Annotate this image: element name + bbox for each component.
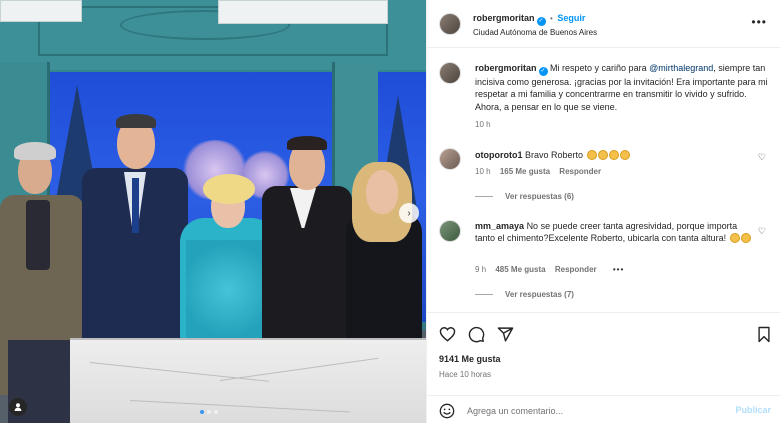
post-header: robergmoritan ✓ • Seguir Ciudad Autónoma … bbox=[427, 0, 780, 48]
header-separator: • bbox=[550, 14, 553, 23]
comment-reply-button[interactable]: Responder bbox=[555, 265, 597, 274]
view-replies-label: Ver respuestas (6) bbox=[505, 192, 574, 201]
comment-username[interactable]: mm_amaya bbox=[475, 221, 524, 231]
comment-username[interactable]: otoporoto1 bbox=[475, 150, 523, 160]
avatar[interactable] bbox=[439, 148, 461, 170]
comment: otoporoto1 Bravo Roberto bbox=[475, 149, 755, 161]
header-username[interactable]: robergmoritan bbox=[473, 13, 535, 23]
verified-badge-icon: ✓ bbox=[536, 17, 546, 26]
follow-button[interactable]: Seguir bbox=[557, 13, 585, 23]
carousel-dot bbox=[200, 410, 204, 414]
caption-mention[interactable]: @mirthalegrand bbox=[649, 63, 713, 73]
avatar[interactable] bbox=[439, 13, 461, 35]
post-caption: robergmoritan ✓ Mi respeto y cariño para … bbox=[475, 62, 769, 132]
photo-table bbox=[70, 338, 426, 423]
photo-lamp bbox=[218, 0, 388, 24]
comment-reply-button[interactable]: Responder bbox=[559, 167, 601, 176]
more-options-icon[interactable]: ••• bbox=[751, 15, 767, 29]
clap-emoji-icon bbox=[729, 233, 751, 244]
comment-input[interactable] bbox=[467, 403, 717, 419]
emoji-icon[interactable] bbox=[439, 403, 455, 419]
post-actions: 9141 Me gusta Hace 10 horas Publicar bbox=[427, 312, 780, 419]
post-photo[interactable]: › bbox=[0, 0, 426, 423]
post-time: Hace 10 horas bbox=[439, 370, 492, 379]
heart-icon[interactable] bbox=[438, 325, 456, 343]
comment-icon[interactable] bbox=[467, 325, 485, 343]
avatar[interactable] bbox=[439, 62, 461, 84]
add-comment-bar: Publicar bbox=[427, 395, 780, 423]
caption-text-before: Mi respeto y cariño para bbox=[550, 63, 650, 73]
like-count[interactable]: 9141 Me gusta bbox=[439, 354, 501, 364]
avatar[interactable] bbox=[439, 220, 461, 242]
publish-button[interactable]: Publicar bbox=[735, 405, 771, 415]
view-replies-button[interactable]: Ver respuestas (7) bbox=[475, 290, 574, 299]
view-replies-button[interactable]: Ver respuestas (6) bbox=[475, 192, 574, 201]
post-location[interactable]: Ciudad Autónoma de Buenos Aires bbox=[473, 28, 597, 37]
comment-likes[interactable]: 165 Me gusta bbox=[500, 167, 550, 176]
share-icon[interactable] bbox=[496, 325, 514, 343]
carousel-dot bbox=[214, 410, 218, 414]
comment-meta: 10 h 165 Me gusta Responder bbox=[475, 167, 601, 176]
user-tag-button[interactable] bbox=[9, 398, 27, 416]
chevron-right-icon: › bbox=[407, 207, 411, 219]
comment-options-icon[interactable]: ••• bbox=[613, 265, 624, 274]
carousel-dots bbox=[200, 410, 218, 414]
comment-like-icon[interactable]: ♡ bbox=[758, 152, 766, 163]
comment-like-icon[interactable]: ♡ bbox=[758, 226, 766, 237]
carousel-dot bbox=[207, 410, 211, 414]
photo-lamp bbox=[0, 0, 82, 22]
replies-divider bbox=[475, 196, 493, 197]
comment-likes[interactable]: 485 Me gusta bbox=[495, 265, 545, 274]
header-userline: robergmoritan ✓ • Seguir bbox=[473, 13, 585, 26]
caption-time: 10 h bbox=[475, 120, 491, 130]
bookmark-icon[interactable] bbox=[755, 325, 773, 343]
comment-time: 9 h bbox=[475, 265, 487, 274]
verified-badge-icon: ✓ bbox=[538, 67, 548, 76]
carousel-next-button[interactable]: › bbox=[399, 203, 419, 223]
comment-time: 10 h bbox=[475, 167, 491, 176]
comment-meta: 9 h 485 Me gusta Responder ••• bbox=[475, 265, 624, 274]
replies-divider bbox=[475, 294, 493, 295]
comment: mm_amaya No se puede creer tanta agresiv… bbox=[475, 220, 755, 245]
comment-text: Bravo Roberto bbox=[525, 150, 584, 160]
view-replies-label: Ver respuestas (7) bbox=[505, 290, 574, 299]
caption-username[interactable]: robergmoritan bbox=[475, 63, 537, 73]
post-panel: robergmoritan ✓ • Seguir Ciudad Autónoma … bbox=[426, 0, 780, 423]
clap-emoji-icon bbox=[586, 150, 630, 160]
user-tag-icon bbox=[14, 403, 22, 411]
